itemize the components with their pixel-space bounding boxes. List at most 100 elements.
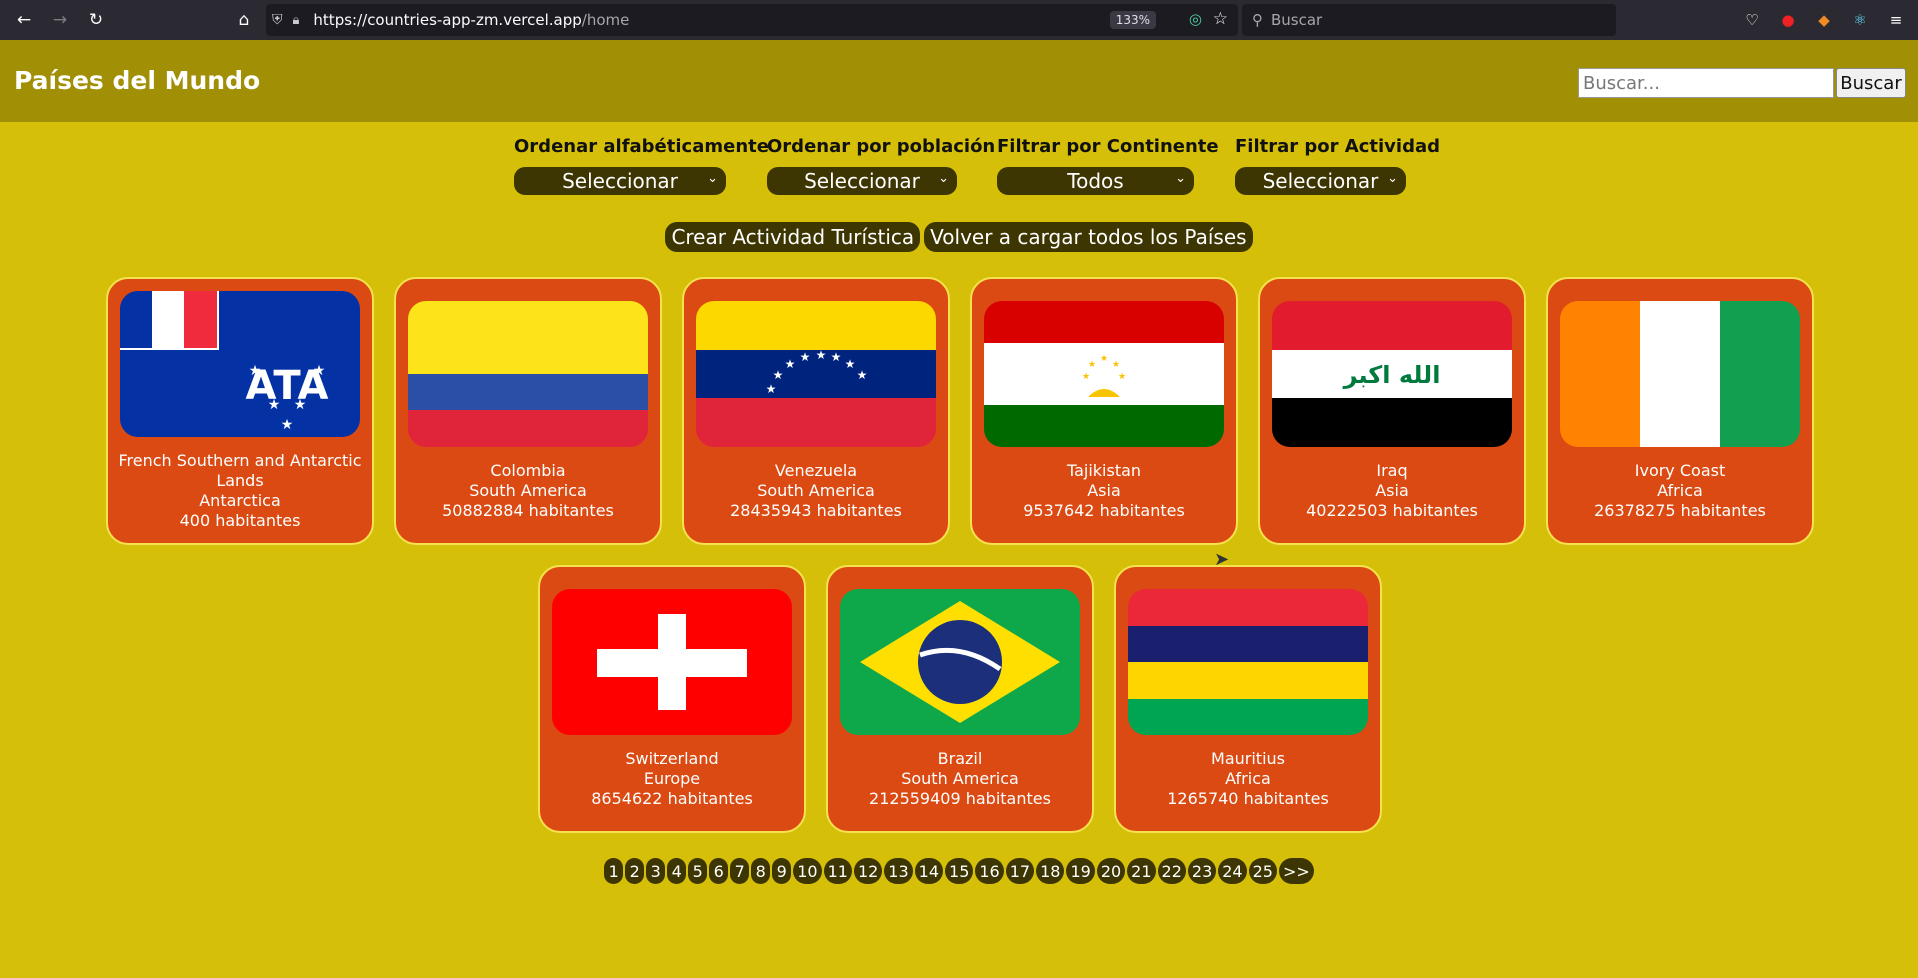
forward-icon[interactable]: → — [46, 6, 74, 34]
country-card[interactable]: Switzerland Europe 8654622 habitantes — [538, 565, 806, 833]
svg-text:★: ★ — [800, 350, 811, 364]
page-button[interactable]: 25 — [1248, 858, 1277, 884]
country-population: 400 habitantes — [179, 511, 301, 530]
country-continent: Africa — [1225, 769, 1271, 788]
url-text[interactable]: https://countries-app-zm.vercel.app/home — [313, 11, 629, 29]
create-activity-button[interactable]: Crear Actividad Turística — [665, 222, 921, 252]
country-card[interactable]: Colombia South America 50882884 habitant… — [394, 277, 662, 545]
page-button[interactable]: 20 — [1096, 858, 1126, 884]
filter-label: Ordenar alfabéticamente — [514, 136, 769, 157]
svg-text:★: ★ — [281, 417, 294, 433]
page-button[interactable]: 3 — [646, 858, 666, 884]
page-button[interactable]: 16 — [975, 858, 1004, 884]
page-button[interactable]: 1 — [604, 858, 624, 884]
page-button[interactable]: 19 — [1066, 858, 1095, 884]
chevron-down-icon: ⌄ — [1175, 171, 1186, 186]
tracking-icon[interactable]: ◎ — [1189, 10, 1202, 28]
country-name: Venezuela — [774, 461, 858, 480]
page-button[interactable]: 2 — [625, 858, 645, 884]
country-info: Venezuela South America 28435943 habitan… — [684, 461, 948, 521]
page-button[interactable]: 13 — [884, 858, 913, 884]
country-info: Colombia South America 50882884 habitant… — [396, 461, 660, 521]
page-button[interactable]: 5 — [688, 858, 708, 884]
shield-icon[interactable]: ⛨ — [272, 12, 283, 28]
react-devtools-icon[interactable]: ⚛ — [1850, 10, 1870, 30]
reload-icon[interactable]: ↻ — [82, 6, 110, 34]
page-button[interactable]: 6 — [709, 858, 729, 884]
page-button[interactable]: 17 — [1005, 858, 1035, 884]
continent-select[interactable]: Todos ⌄ — [997, 167, 1194, 195]
page-button[interactable]: 23 — [1187, 858, 1217, 884]
zoom-indicator[interactable]: 133% — [1109, 11, 1156, 29]
select-value: Seleccionar — [1262, 169, 1379, 193]
page-button[interactable]: 9 — [772, 858, 792, 884]
country-continent: Asia — [1375, 481, 1409, 500]
lock-icon[interactable]: 🔒︎ — [293, 13, 300, 28]
filter-label: Filtrar por Actividad — [1235, 136, 1440, 157]
country-card[interactable]: ★ ★ ★ ★ ★ ★ ★ ★ Venezuela South America 28435… — [682, 277, 950, 545]
country-info: French Southern and Antarctic Lands Anta… — [108, 451, 372, 531]
country-population: 50882884 habitantes — [442, 501, 614, 520]
page-title: Países del Mundo — [14, 66, 261, 95]
search-button[interactable]: Buscar — [1836, 68, 1906, 98]
country-info: Ivory Coast Africa 26378275 habitantes — [1548, 461, 1812, 521]
page-button[interactable]: 12 — [853, 858, 883, 884]
country-info: Mauritius Africa 1265740 habitantes — [1116, 749, 1380, 809]
sort-population-select[interactable]: Seleccionar ⌄ — [767, 167, 957, 195]
country-continent: Europe — [643, 769, 701, 788]
extension-red-icon[interactable]: ● — [1778, 10, 1798, 30]
country-continent: South America — [901, 769, 1019, 788]
country-info: Switzerland Europe 8654622 habitantes — [540, 749, 804, 809]
home-icon[interactable]: ⌂ — [230, 6, 258, 34]
mus-flag — [1128, 589, 1368, 735]
country-card[interactable]: Ivory Coast Africa 26378275 habitantes — [1546, 277, 1814, 545]
civ-flag — [1560, 301, 1800, 447]
country-card[interactable]: الله اكبر Iraq Asia 40222503 habitantes — [1258, 277, 1526, 545]
menu-icon[interactable]: ≡ — [1886, 10, 1906, 30]
page-button[interactable]: 8 — [751, 858, 771, 884]
country-info: Tajikistan Asia 9537642 habitantes — [972, 461, 1236, 521]
country-population: 1265740 habitantes — [1167, 789, 1329, 808]
app-header: Países del Mundo Buscar — [0, 40, 1918, 122]
url-bar[interactable]: ⛨ 🔒︎ https://countries-app-zm.vercel.app… — [266, 4, 1238, 36]
country-card[interactable]: Brazil South America 212559409 habitante… — [826, 565, 1094, 833]
page-button[interactable]: 24 — [1218, 858, 1247, 884]
page-button[interactable]: 15 — [945, 858, 974, 884]
page-button[interactable]: 21 — [1127, 858, 1156, 884]
filter-label: Ordenar por población — [767, 136, 996, 157]
page-button[interactable]: 10 — [793, 858, 822, 884]
svg-text:★: ★ — [1118, 372, 1126, 382]
page-button[interactable]: 7 — [730, 858, 750, 884]
page-button[interactable]: 22 — [1157, 858, 1186, 884]
country-card[interactable]: Mauritius Africa 1265740 habitantes — [1114, 565, 1382, 833]
browser-search-field[interactable]: ⚲ Buscar — [1242, 4, 1616, 36]
country-name: Iraq — [1376, 461, 1408, 480]
svg-text:★: ★ — [1100, 354, 1108, 364]
back-icon[interactable]: ← — [10, 6, 38, 34]
country-continent: Africa — [1657, 481, 1703, 500]
sort-alpha-select[interactable]: Seleccionar ⌄ — [514, 167, 726, 195]
chevron-down-icon: ⌄ — [938, 171, 949, 186]
metamask-icon[interactable]: ◆ — [1814, 10, 1834, 30]
bra-flag — [840, 589, 1080, 735]
svg-text:★: ★ — [816, 348, 827, 362]
select-value: Seleccionar — [804, 169, 920, 193]
svg-text:★: ★ — [1088, 360, 1096, 370]
svg-text:★: ★ — [268, 397, 281, 413]
reload-countries-button[interactable]: Volver a cargar todos los Países — [924, 222, 1253, 252]
country-card[interactable]: ★ ★ ★ ★ ★ Tajikistan Asia 9537642 habitante… — [970, 277, 1238, 545]
select-value: Todos — [1067, 169, 1124, 193]
country-card[interactable]: ATA ★ ★ ★ ★ ★ French Southern and Antarc… — [106, 277, 374, 545]
pocket-icon[interactable]: ♡ — [1742, 10, 1762, 30]
bookmark-star-icon[interactable]: ☆ — [1213, 9, 1228, 29]
page-button[interactable]: 11 — [823, 858, 852, 884]
search-input[interactable] — [1578, 68, 1834, 98]
svg-text:★: ★ — [1082, 372, 1090, 382]
activity-select[interactable]: Seleccionar ⌄ — [1235, 167, 1406, 195]
pagination: 1 2 3 4 5 6 7 8 9 10 11 12 13 14 15 16 17 18 19 20 21 22 23 24 2… — [0, 858, 1918, 884]
next-page-button[interactable]: >> — [1278, 858, 1314, 884]
svg-text:★: ★ — [845, 357, 856, 371]
page-button[interactable]: 18 — [1036, 858, 1065, 884]
page-button[interactable]: 4 — [667, 858, 687, 884]
page-button[interactable]: 14 — [914, 858, 944, 884]
